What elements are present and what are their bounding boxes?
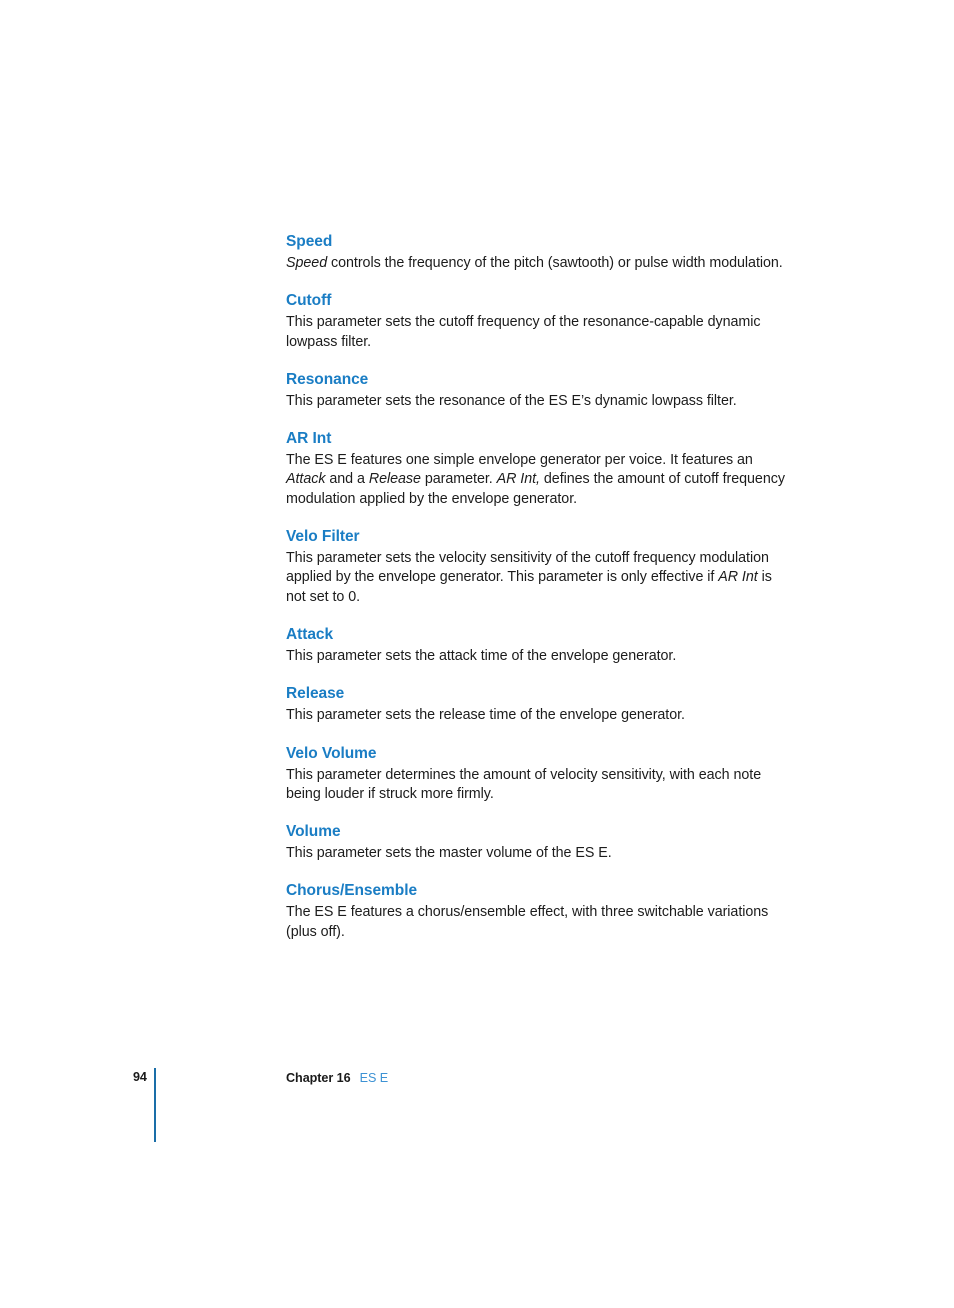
section-heading: Release: [286, 685, 345, 703]
section-body: The ES E features a chorus/ensemble effe…: [286, 903, 794, 942]
body-text: This parameter determines the amount of …: [286, 766, 762, 802]
body-text: The ES E features one simple envelope ge…: [286, 452, 753, 469]
body-text: This parameter sets the release time of …: [286, 707, 685, 724]
body-text: This parameter sets the velocity sensiti…: [286, 550, 769, 586]
emphasis-text: Attack: [286, 471, 326, 488]
parameter-section: Resonance This parameter sets the resonan…: [286, 370, 794, 411]
section-heading: Volume: [286, 823, 341, 841]
emphasis-text: Release: [368, 471, 421, 488]
section-heading: Velo Filter: [286, 528, 360, 546]
body-text: This parameter sets the resonance of the…: [286, 392, 737, 409]
footer-vertical-rule: [154, 1068, 156, 1142]
page-footer: 94 Chapter 16 ES E: [0, 1062, 954, 1152]
section-heading: Cutoff: [286, 292, 332, 310]
emphasis-text: Speed: [286, 255, 328, 271]
parameter-section: Speed Speed controls the frequency of the…: [286, 232, 794, 273]
section-body: This parameter sets the master volume of…: [286, 844, 794, 863]
parameter-section: Velo Filter This parameter sets the veloc…: [286, 527, 794, 607]
emphasis-text: AR Int,: [496, 471, 540, 488]
body-text: This parameter sets the attack time of t…: [286, 647, 677, 664]
body-text: parameter.: [420, 471, 497, 488]
section-body: This parameter sets the resonance of the…: [286, 392, 794, 411]
main-text-column: Speed Speed controls the frequency of the…: [286, 232, 794, 942]
section-body: This parameter sets the cutoff frequency…: [286, 313, 794, 352]
section-heading: Resonance: [286, 370, 369, 388]
parameter-section: AR Int The ES E features one simple envel…: [286, 429, 794, 509]
parameter-section: Attack This parameter sets the attack tim…: [286, 625, 794, 666]
body-text: This parameter sets the master volume of…: [286, 845, 612, 862]
section-body: This parameter sets the release time of …: [286, 706, 794, 725]
section-body: This parameter determines the amount of …: [286, 766, 794, 805]
parameter-section: Cutoff This parameter sets the cutoff fre…: [286, 291, 794, 352]
body-text: and a: [325, 471, 369, 488]
footer-chapter-label: Chapter 16: [286, 1071, 351, 1085]
body-text: The ES E features a chorus/ensemble effe…: [286, 904, 769, 940]
section-body: The ES E features one simple envelope ge…: [286, 451, 794, 509]
section-body: Speed controls the frequency of the pitc…: [286, 254, 794, 273]
section-heading: Velo Volume: [286, 744, 377, 762]
footer-chapter-title: ES E: [359, 1071, 389, 1085]
parameter-section: Release This parameter sets the release t…: [286, 684, 794, 725]
section-heading: Chorus/Ensemble: [286, 882, 418, 900]
parameter-section: Velo Volume This parameter determines the…: [286, 744, 794, 805]
document-page: Speed Speed controls the frequency of the…: [0, 0, 954, 1308]
body-text: This parameter sets the cutoff frequency…: [286, 314, 761, 350]
footer-chapter-reference: Chapter 16 ES E: [286, 1070, 388, 1086]
parameter-section: Chorus/Ensemble The ES E features a choru…: [286, 881, 794, 942]
section-body: This parameter sets the velocity sensiti…: [286, 549, 794, 607]
section-heading: Attack: [286, 625, 334, 643]
parameter-section: Volume This parameter sets the master vol…: [286, 822, 794, 863]
section-heading: Speed: [286, 233, 333, 250]
section-body: This parameter sets the attack time of t…: [286, 647, 794, 666]
emphasis-text: AR Int: [718, 569, 758, 586]
section-heading: AR Int: [286, 430, 332, 448]
body-text: controls the frequency of the pitch (saw…: [327, 255, 783, 271]
